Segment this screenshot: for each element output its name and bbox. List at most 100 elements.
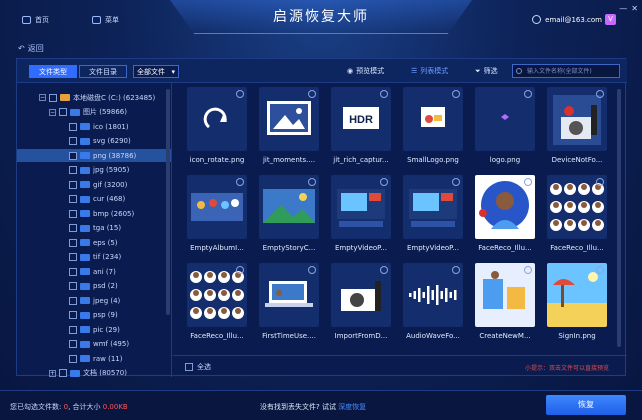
file-thumbnail[interactable]	[547, 87, 607, 151]
select-circle-icon[interactable]	[524, 178, 532, 186]
select-circle-icon[interactable]	[380, 90, 388, 98]
home-nav[interactable]: 首页	[22, 15, 49, 25]
close-icon[interactable]: ✕	[631, 4, 638, 13]
file-thumbnail[interactable]	[475, 263, 535, 327]
tree-scrollbar[interactable]	[166, 89, 170, 315]
select-circle-icon[interactable]	[452, 266, 460, 274]
tab-file-type[interactable]: 文件类型	[29, 65, 77, 78]
tree-item[interactable]: pic (29)	[17, 323, 171, 336]
grid-scrollbar[interactable]	[617, 89, 621, 347]
file-thumbnail[interactable]	[331, 263, 391, 327]
file-thumbnail[interactable]	[187, 175, 247, 239]
tree-item[interactable]: eps (5)	[17, 236, 171, 249]
list-mode-button[interactable]: ☰ 列表模式	[411, 66, 448, 76]
tree-checkbox[interactable]	[69, 209, 77, 218]
file-thumbnail[interactable]	[475, 87, 535, 151]
tree-item[interactable]: wmf (495)	[17, 338, 171, 351]
tree-item[interactable]: − 本地磁盘C (C:) (623485)	[17, 91, 171, 104]
tree-item[interactable]: tga (15)	[17, 222, 171, 235]
tree-checkbox[interactable]	[69, 166, 77, 174]
vip-badge[interactable]: V	[605, 14, 616, 25]
file-thumbnail[interactable]	[403, 175, 463, 239]
tree-checkbox[interactable]	[69, 238, 77, 247]
expand-icon[interactable]: +	[49, 369, 56, 377]
tree-item[interactable]: gif (3200)	[17, 178, 171, 191]
select-circle-icon[interactable]	[596, 178, 604, 186]
filter-button[interactable]: ⏷ 筛选	[475, 66, 498, 76]
tree-checkbox[interactable]	[69, 354, 77, 363]
select-circle-icon[interactable]	[236, 90, 244, 98]
user-account[interactable]: email@163.com	[532, 15, 602, 24]
select-circle-icon[interactable]	[380, 178, 388, 186]
tree-item-label: cur (468)	[93, 195, 126, 203]
tree-item[interactable]: jpg (5905)	[17, 164, 171, 177]
tab-file-directory[interactable]: 文件目录	[79, 65, 127, 78]
select-circle-icon[interactable]	[308, 178, 316, 186]
tree-checkbox[interactable]	[69, 267, 77, 276]
tree-checkbox[interactable]	[69, 296, 77, 305]
select-circle-icon[interactable]	[452, 90, 460, 98]
search-input[interactable]: 输入文件名称(全部文件)	[512, 64, 620, 78]
file-thumbnail[interactable]	[403, 87, 463, 151]
recover-button[interactable]: 恢复	[546, 395, 626, 415]
select-circle-icon[interactable]	[524, 90, 532, 98]
tree-checkbox[interactable]	[49, 93, 57, 102]
tree-item[interactable]: bmp (2605)	[17, 207, 171, 220]
back-button[interactable]: ↶ 返回	[18, 43, 44, 54]
select-circle-icon[interactable]	[596, 266, 604, 274]
file-thumbnail[interactable]	[331, 175, 391, 239]
file-thumbnail[interactable]	[187, 87, 247, 151]
tree-item[interactable]: psd (2)	[17, 280, 171, 293]
collapse-icon[interactable]: −	[49, 108, 56, 116]
tree-checkbox[interactable]	[69, 253, 77, 261]
select-circle-icon[interactable]	[524, 266, 532, 274]
tree-item[interactable]: jpeg (4)	[17, 294, 171, 307]
select-circle-icon[interactable]	[380, 266, 388, 274]
tree-checkbox[interactable]	[69, 122, 77, 131]
file-thumbnail[interactable]	[187, 263, 247, 327]
select-circle-icon[interactable]	[308, 266, 316, 274]
tree-item[interactable]: ico (1801)	[17, 120, 171, 133]
tree-checkbox[interactable]	[69, 195, 77, 203]
tree-checkbox[interactable]	[69, 180, 77, 189]
tree-item[interactable]: tif (234)	[17, 251, 171, 264]
file-filter-select[interactable]: 全部文件 ▾	[133, 65, 179, 78]
tree-checkbox[interactable]	[69, 325, 77, 334]
select-circle-icon[interactable]	[452, 178, 460, 186]
file-thumbnail[interactable]	[259, 87, 319, 151]
tree-checkbox[interactable]	[69, 224, 77, 232]
tree-item[interactable]: ani (7)	[17, 265, 171, 278]
tree-checkbox[interactable]	[69, 137, 77, 145]
file-thumbnail[interactable]	[547, 263, 607, 327]
tree-item[interactable]: raw (11)	[17, 352, 171, 365]
minimize-icon[interactable]: —	[619, 4, 627, 13]
file-thumbnail[interactable]	[259, 175, 319, 239]
tree-item[interactable]: png (38786)	[17, 149, 171, 162]
file-thumbnail[interactable]	[403, 263, 463, 327]
collapse-icon[interactable]: −	[39, 94, 46, 101]
file-thumbnail[interactable]	[259, 263, 319, 327]
select-circle-icon[interactable]	[236, 178, 244, 186]
select-circle-icon[interactable]	[236, 266, 244, 274]
tree-checkbox[interactable]	[69, 282, 77, 290]
file-name: SignIn.png	[558, 332, 596, 340]
tree-checkbox[interactable]	[69, 151, 77, 160]
tree-item[interactable]: − 图片 (59866)	[17, 106, 171, 119]
tree-checkbox[interactable]	[69, 311, 77, 319]
tree-checkbox[interactable]	[69, 340, 77, 348]
file-thumbnail[interactable]	[547, 175, 607, 239]
tree-item[interactable]: svg (6290)	[17, 135, 171, 148]
tree-item[interactable]: psp (9)	[17, 309, 171, 322]
select-circle-icon[interactable]	[308, 90, 316, 98]
file-thumbnail[interactable]	[475, 175, 535, 239]
file-thumbnail[interactable]: HDR	[331, 87, 391, 151]
tree-item[interactable]: cur (468)	[17, 193, 171, 206]
tree-checkbox[interactable]	[59, 108, 67, 116]
select-circle-icon[interactable]	[596, 90, 604, 98]
deep-recover-link[interactable]: 深度恢复	[338, 403, 366, 411]
select-all-checkbox[interactable]: 全选	[185, 362, 211, 372]
preview-mode-button[interactable]: ◉ 预览模式	[347, 66, 384, 76]
menu-nav[interactable]: 菜单	[92, 15, 119, 25]
tree-item[interactable]: + 文档 (80570)	[17, 367, 171, 377]
tree-checkbox[interactable]	[59, 369, 67, 377]
